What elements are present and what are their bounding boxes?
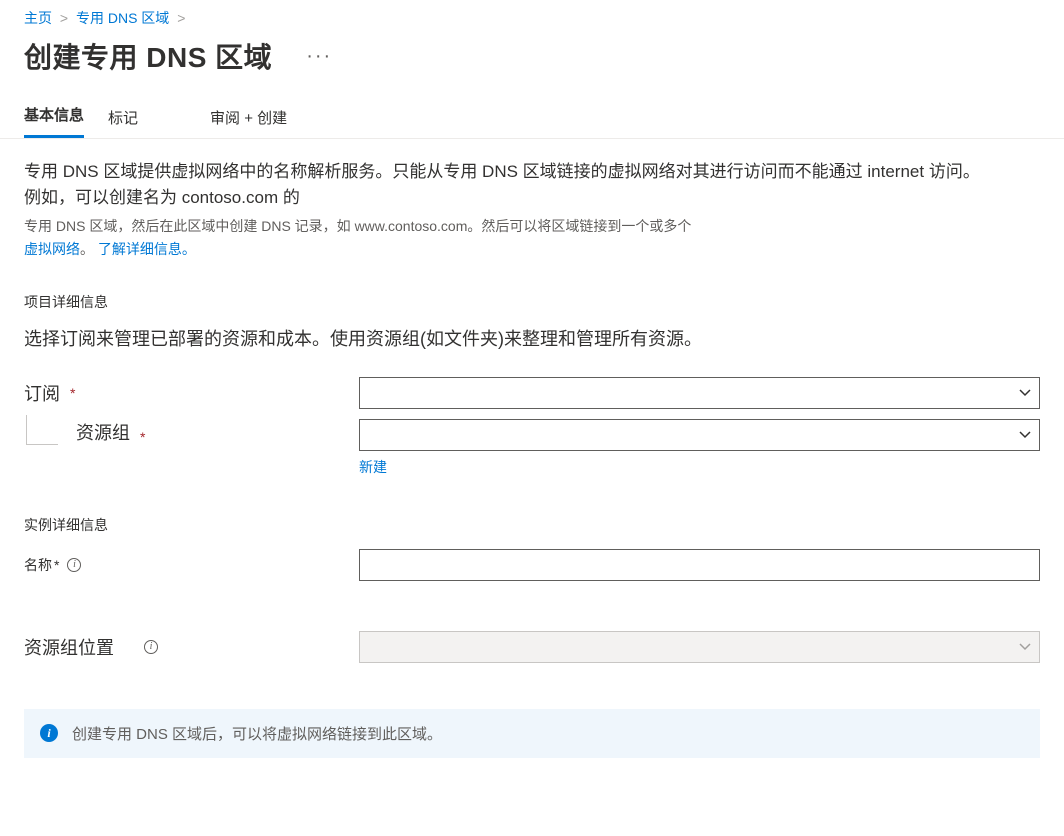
- chevron-down-icon: [1019, 641, 1031, 653]
- resource-group-location-select: [359, 631, 1040, 663]
- intro-desc-line3: 虚拟网络。 了解详细信息。: [24, 239, 984, 260]
- virtual-network-link[interactable]: 虚拟网络: [24, 241, 80, 257]
- subscription-label: 订阅 *: [24, 380, 359, 406]
- resource-group-select[interactable]: [359, 419, 1040, 451]
- more-button[interactable]: ···: [306, 45, 332, 68]
- intro-desc-line1: 专用 DNS 区域提供虚拟网络中的名称解析服务。只能从专用 DNS 区域链接的虚…: [24, 159, 984, 212]
- project-details-desc: 选择订阅来管理已部署的资源和成本。使用资源组(如文件夹)来整理和管理所有资源。: [24, 326, 984, 353]
- chevron-right-icon: >: [177, 10, 185, 26]
- tree-connector-icon: [26, 415, 58, 445]
- info-banner-text: 创建专用 DNS 区域后，可以将虚拟网络链接到此区域。: [72, 723, 442, 744]
- resource-group-label: 资源组: [76, 419, 130, 445]
- info-icon[interactable]: i: [67, 558, 81, 572]
- tab-review-create[interactable]: 审阅 + 创建: [210, 97, 287, 138]
- chevron-down-icon: [1019, 429, 1031, 441]
- breadcrumb-dns-zones[interactable]: 专用 DNS 区域: [76, 10, 169, 26]
- chevron-down-icon: [1019, 387, 1031, 399]
- intro-desc-line2: 专用 DNS 区域，然后在此区域中创建 DNS 记录，如 www.contoso…: [24, 216, 984, 237]
- info-banner: i 创建专用 DNS 区域后，可以将虚拟网络链接到此区域。: [24, 709, 1040, 758]
- info-icon[interactable]: i: [144, 640, 158, 654]
- required-asterisk: *: [140, 429, 145, 445]
- project-details-heading: 项目详细信息: [24, 292, 1040, 312]
- tab-bar: 基本信息 标记 审阅 + 创建: [0, 94, 1064, 139]
- page-title: 创建专用 DNS 区域: [24, 36, 272, 76]
- breadcrumb-home[interactable]: 主页: [24, 10, 52, 26]
- breadcrumb: 主页 > 专用 DNS 区域 >: [0, 0, 1064, 34]
- resource-group-create-new-link[interactable]: 新建: [359, 457, 1040, 477]
- page-header: 创建专用 DNS 区域 ···: [0, 34, 1064, 94]
- subscription-select[interactable]: [359, 377, 1040, 409]
- required-asterisk: *: [70, 385, 75, 401]
- learn-more-link[interactable]: 了解详细信息。: [98, 241, 196, 257]
- tab-tags[interactable]: 标记: [108, 97, 138, 138]
- info-icon: i: [40, 724, 58, 742]
- resource-group-location-label: 资源组位置 i: [24, 634, 359, 660]
- name-label: 名称 * i: [24, 555, 359, 575]
- tab-basic[interactable]: 基本信息: [24, 94, 84, 138]
- chevron-right-icon: >: [60, 10, 68, 26]
- name-input[interactable]: [359, 549, 1040, 581]
- instance-details-heading: 实例详细信息: [24, 515, 1040, 535]
